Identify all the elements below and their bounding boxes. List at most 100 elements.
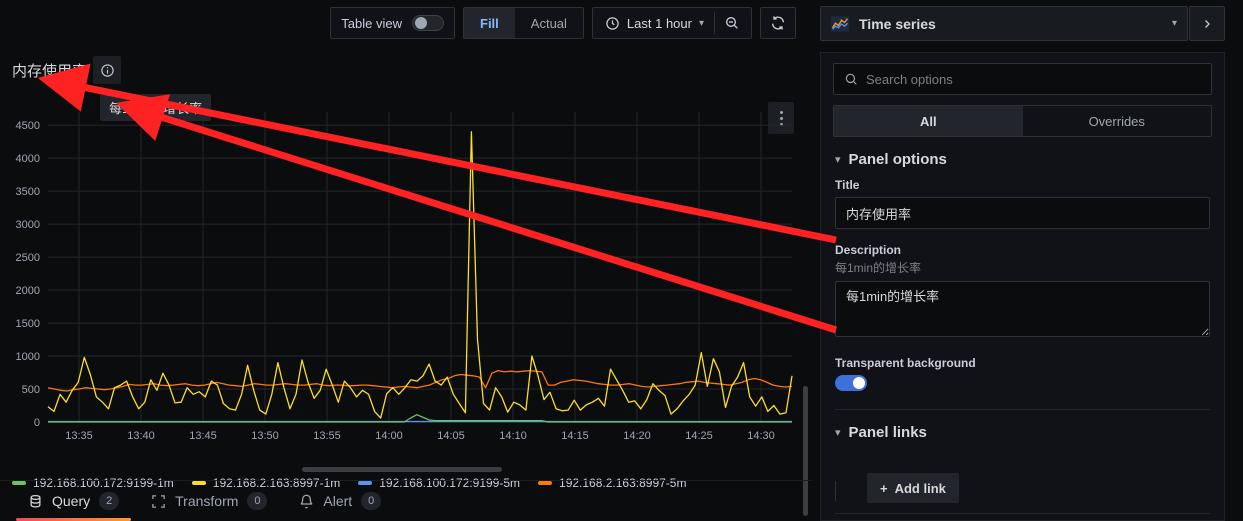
x-axis-tick-label: 14:05 — [437, 430, 465, 442]
add-link-label: Add link — [894, 480, 946, 496]
transform-icon — [151, 494, 166, 509]
time-series-chart[interactable]: 0 500 1000 1500 2000 2500 3000 3500 4000 4500 13:3… — [0, 104, 800, 454]
x-axis-tick-label: 13:50 — [251, 430, 279, 442]
x-axis-tick-label: 14:20 — [623, 430, 651, 442]
time-range-label: Last 1 hour — [626, 15, 692, 31]
viz-name-label: Time series — [859, 15, 936, 32]
time-range-picker[interactable]: Last 1 hour ▾ — [595, 8, 714, 38]
y-axis-tick-label: 3000 — [16, 219, 40, 231]
plus-icon: + — [880, 480, 888, 496]
actual-option[interactable]: Actual — [515, 8, 583, 38]
search-options-row — [821, 53, 1224, 95]
visualization-picker: Time series ▾ — [820, 6, 1225, 41]
panel-links-section: ▾ Panel links — [821, 410, 1224, 441]
switch-knob — [415, 17, 427, 29]
x-axis-tick-label: 14:30 — [747, 430, 775, 442]
description-field: Description 每1min的增长率 — [821, 243, 1224, 356]
collapse-options-button[interactable] — [1189, 6, 1225, 41]
pane-bottom-divider — [835, 513, 1210, 514]
search-input[interactable] — [866, 71, 1201, 87]
pane-resize-handle[interactable] — [302, 467, 502, 472]
series-line — [47, 131, 793, 419]
y-axis-tick-label: 0 — [34, 417, 40, 429]
table-view-toggle[interactable]: Table view — [330, 7, 455, 39]
y-axis-tick-label: 4000 — [16, 153, 40, 165]
title-field: Title — [821, 178, 1224, 243]
y-axis-tick-label: 500 — [22, 384, 40, 396]
tab-all[interactable]: All — [834, 106, 1023, 136]
x-axis-tick-label: 13:35 — [65, 430, 93, 442]
transparent-background-label: Transparent background — [835, 356, 976, 370]
options-tabs-row: All Overrides — [821, 95, 1224, 137]
tab-label: Alert — [323, 493, 353, 509]
tab-count-badge: 0 — [247, 492, 268, 510]
viz-picker-button[interactable]: Time series ▾ — [820, 6, 1188, 41]
table-view-switch[interactable] — [412, 15, 444, 31]
tab-alert[interactable]: Alert 0 — [287, 481, 393, 521]
y-axis-tick-label: 2500 — [16, 252, 40, 264]
description-label: Description — [835, 243, 902, 257]
refresh-icon — [772, 16, 784, 30]
search-icon — [845, 73, 857, 85]
panel-edit-toolbar: Table view Fill Actual Last 1 hour ▾ — [0, 0, 812, 46]
x-axis-tick-label: 14:15 — [561, 430, 589, 442]
x-axis-tick-label: 13:45 — [189, 430, 217, 442]
refresh-button[interactable] — [760, 7, 796, 39]
y-axis-tick-label: 1500 — [16, 318, 40, 330]
chevron-right-icon — [1205, 19, 1210, 28]
tab-query[interactable]: Query 2 — [16, 481, 132, 521]
time-series-icon — [831, 16, 849, 31]
time-range-controls: Last 1 hour ▾ — [591, 7, 752, 39]
x-axis-tick-label: 14:00 — [375, 430, 403, 442]
panel-links-title: Panel links — [848, 424, 927, 441]
options-tabs: All Overrides — [833, 105, 1212, 137]
zoom-out-icon — [726, 17, 738, 29]
description-textarea[interactable] — [835, 281, 1210, 337]
search-options-box[interactable] — [833, 63, 1212, 95]
clock-icon — [606, 16, 619, 30]
editor-bottom-tabs: Query 2 Transform 0 Alert 0 — [0, 480, 812, 521]
page-title: 内存使用率 — [12, 62, 88, 80]
tab-count-badge: 2 — [99, 492, 120, 510]
description-hint: 每1min的增长率 — [835, 261, 922, 275]
transparent-background-toggle[interactable] — [835, 375, 867, 391]
chart-canvas: 0 500 1000 1500 2000 2500 3000 3500 4000 4500 13:3… — [16, 112, 793, 442]
tab-count-badge: 0 — [361, 492, 382, 510]
y-axis-tick-label: 4500 — [16, 120, 40, 132]
tab-label: Query — [52, 493, 91, 509]
chevron-down-icon: ▾ — [835, 427, 841, 439]
transparent-background-field: Transparent background — [821, 356, 1224, 405]
title-input[interactable] — [835, 197, 1210, 229]
x-axis-tick-label: 13:55 — [313, 430, 341, 442]
tab-overrides[interactable]: Overrides — [1023, 106, 1212, 136]
fill-actual-segment: Fill Actual — [463, 7, 584, 39]
panel-options-title: Panel options — [848, 151, 947, 168]
y-axis-tick-label: 1000 — [16, 351, 40, 363]
bell-icon — [299, 494, 314, 509]
panel-description-tooltip: 每1min的增长率 — [100, 94, 212, 121]
fill-option[interactable]: Fill — [464, 8, 515, 38]
add-link-button[interactable]: + Add link — [867, 473, 959, 503]
panel-links-body: + Add link — [821, 451, 1224, 503]
chevron-down-icon: ▾ — [835, 154, 841, 166]
y-axis-tick-label: 3500 — [16, 186, 40, 198]
x-axis-tick-label: 14:25 — [685, 430, 713, 442]
toggle-knob — [853, 377, 865, 389]
chevron-down-icon: ▾ — [698, 17, 704, 29]
zoom-out-button[interactable] — [715, 8, 749, 38]
panel-options-header[interactable]: ▾ Panel options — [835, 151, 1210, 168]
tab-label: Transform — [175, 493, 239, 509]
table-view-label: Table view — [341, 15, 402, 31]
x-axis-tick-label: 14:10 — [499, 430, 527, 442]
panel-description-button[interactable] — [93, 56, 122, 84]
chevron-down-icon[interactable]: ▾ — [1172, 18, 1177, 29]
panel-options-pane: All Overrides ▾ Panel options Title Desc… — [820, 52, 1225, 521]
panel-options-section: ▾ Panel options — [821, 137, 1224, 168]
x-axis-tick-label: 13:40 — [127, 430, 155, 442]
y-axis-tick-label: 2000 — [16, 285, 40, 297]
title-label: Title — [835, 178, 860, 192]
tab-transform[interactable]: Transform 0 — [139, 481, 279, 521]
panel-header: 内存使用率 — [12, 56, 122, 84]
database-icon — [28, 494, 43, 509]
panel-links-header[interactable]: ▾ Panel links — [835, 424, 1210, 441]
